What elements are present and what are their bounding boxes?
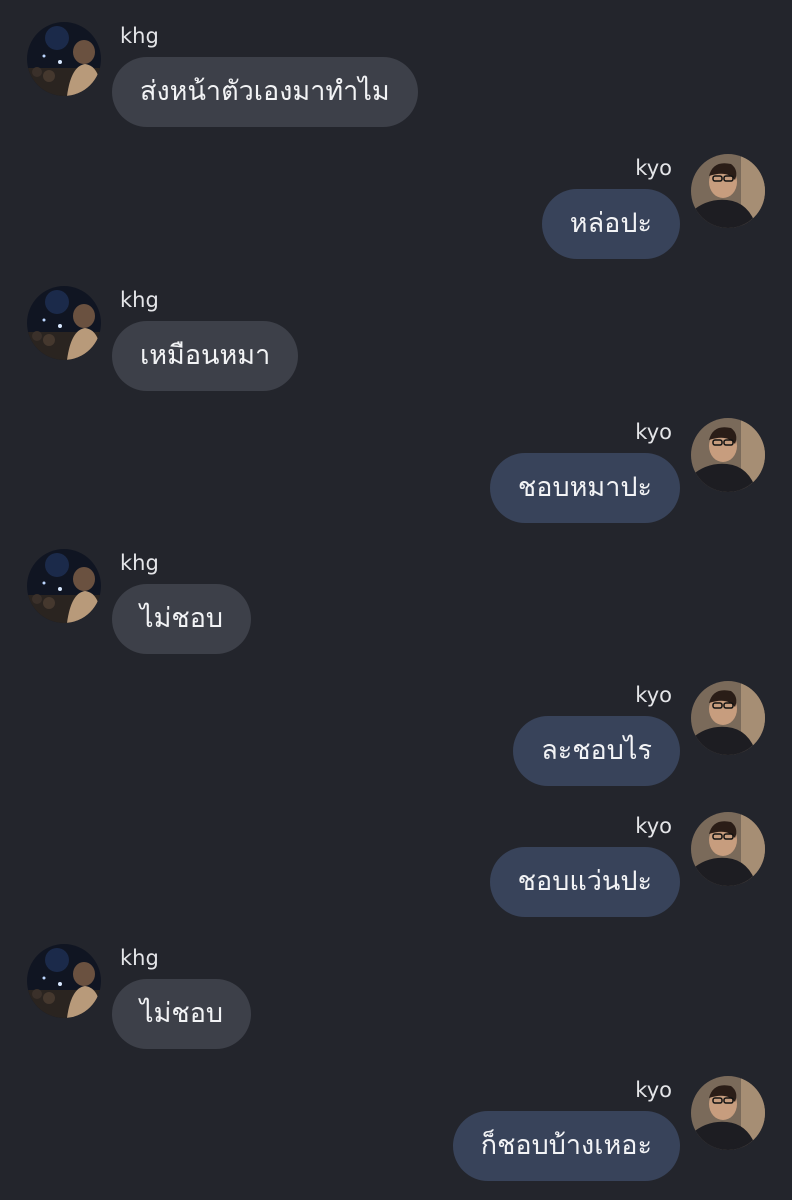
sender-name: khg xyxy=(120,288,159,312)
sender-name: kyo xyxy=(635,1078,672,1102)
message-bubble[interactable]: ก็ชอบบ้างเหอะ xyxy=(452,1111,680,1181)
sender-name: kyo xyxy=(635,683,672,707)
sender-name: khg xyxy=(120,24,159,48)
message-bubble[interactable]: ชอบแว่นปะ xyxy=(489,847,680,917)
avatar-kyo[interactable] xyxy=(691,154,765,228)
sender-name: kyo xyxy=(635,420,672,444)
message-bubble[interactable]: ส่งหน้าตัวเองมาทำไม xyxy=(112,57,418,127)
sender-name: khg xyxy=(120,946,159,970)
avatar-khg[interactable] xyxy=(27,549,101,623)
message-bubble[interactable]: หล่อปะ xyxy=(541,189,680,259)
avatar-khg[interactable] xyxy=(27,22,101,96)
avatar-khg[interactable] xyxy=(27,944,101,1018)
avatar-kyo[interactable] xyxy=(691,812,765,886)
avatar-kyo[interactable] xyxy=(691,1076,765,1150)
message-bubble[interactable]: ชอบหมาปะ xyxy=(489,453,680,523)
message-bubble[interactable]: ละชอบไร xyxy=(513,716,680,786)
sender-name: khg xyxy=(120,551,159,575)
sender-name: kyo xyxy=(635,814,672,838)
avatar-kyo[interactable] xyxy=(691,681,765,755)
message-bubble[interactable]: ไม่ชอบ xyxy=(112,584,252,654)
message-bubble[interactable]: เหมือนหมา xyxy=(112,321,299,391)
avatar-khg[interactable] xyxy=(27,286,101,360)
message-bubble[interactable]: ไม่ชอบ xyxy=(112,979,252,1049)
avatar-kyo[interactable] xyxy=(691,418,765,492)
sender-name: kyo xyxy=(635,156,672,180)
